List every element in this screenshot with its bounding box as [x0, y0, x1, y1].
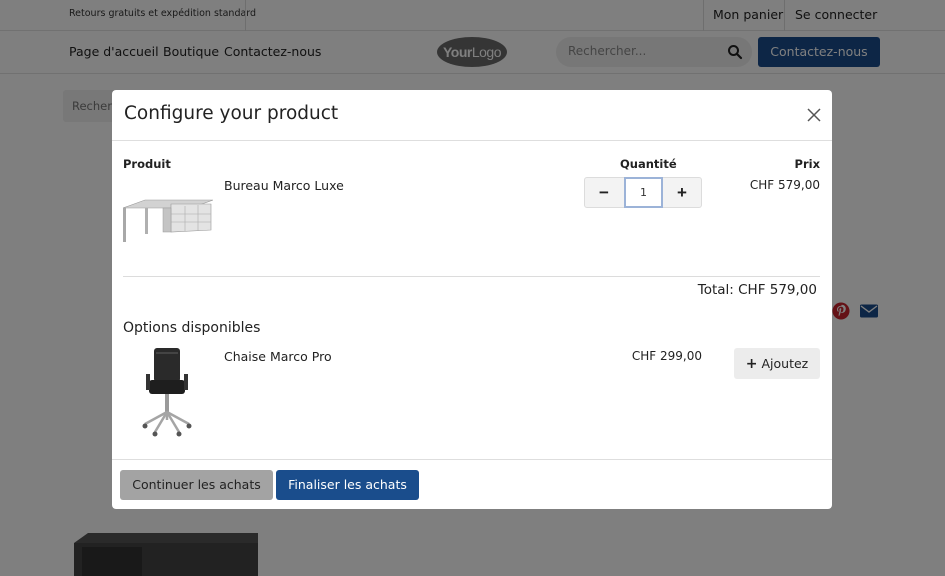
plus-icon: +: [745, 356, 758, 372]
checkout-button[interactable]: Finaliser les achats: [276, 470, 419, 500]
close-icon[interactable]: [806, 107, 822, 123]
column-header-product: Produit: [123, 157, 171, 171]
desk-thumbnail: [123, 199, 213, 242]
options-heading: Options disponibles: [123, 320, 261, 336]
add-option-label: Ajoutez: [761, 356, 809, 371]
option-name: Chaise Marco Pro: [224, 349, 332, 364]
continue-shopping-button[interactable]: Continuer les achats: [120, 470, 273, 500]
column-header-price: Prix: [794, 157, 820, 171]
quantity-input[interactable]: [624, 177, 663, 208]
option-price: CHF 299,00: [631, 349, 702, 363]
increase-quantity-button[interactable]: +: [663, 178, 701, 207]
product-name[interactable]: Bureau Marco Luxe: [224, 178, 344, 193]
chair-thumbnail: [142, 348, 192, 437]
quantity-stepper: − +: [584, 177, 702, 208]
configure-product-modal: Configure your product Produit Quantité …: [112, 90, 832, 509]
decrease-quantity-button[interactable]: −: [585, 178, 623, 207]
column-header-quantity: Quantité: [620, 157, 677, 171]
modal-title: Configure your product: [124, 103, 339, 124]
add-option-button[interactable]: + Ajoutez: [734, 348, 820, 379]
order-total: Total: CHF 579,00: [697, 282, 817, 298]
modal-footer: Continuer les achats Finaliser les achat…: [112, 459, 832, 509]
divider: [123, 276, 820, 277]
modal-header: Configure your product: [112, 90, 832, 141]
product-price: CHF 579,00: [749, 178, 820, 192]
